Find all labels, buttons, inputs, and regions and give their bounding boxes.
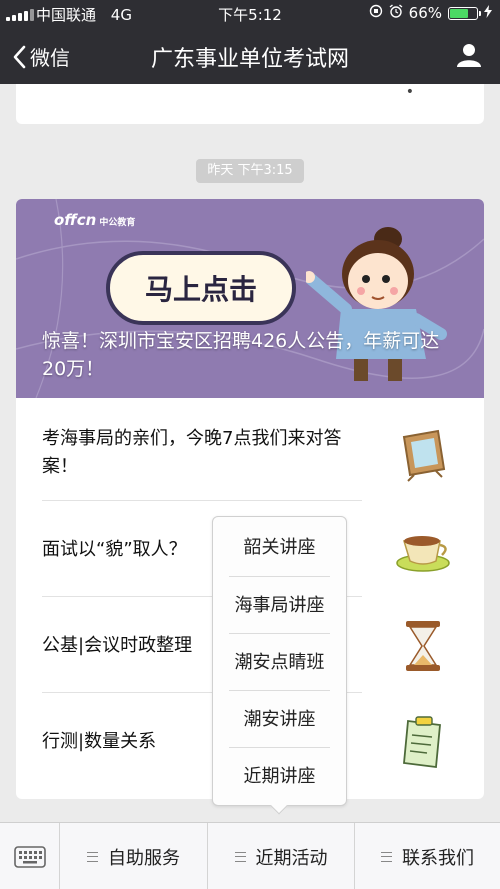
battery-percent: 66% <box>408 4 442 22</box>
previous-article-card[interactable]: • <box>16 84 484 124</box>
offcn-logo: offcn 中公教育 <box>54 211 135 229</box>
tab-label: 近期活动 <box>255 847 328 869</box>
rotation-lock-icon <box>369 4 383 22</box>
submenu-popup: 韶关讲座 海事局讲座 潮安点睛班 潮安讲座 近期讲座 <box>212 516 347 815</box>
user-icon <box>457 44 481 67</box>
menu-lines-icon <box>234 851 246 862</box>
bottom-menu-bar: 自助服务 近期活动 联系我们 <box>0 822 500 889</box>
cta-speech-bubble: 马上点击 <box>106 251 296 325</box>
message-timestamp: 昨天 下午3:15 <box>196 159 304 183</box>
ellipsis-glyph: • <box>405 84 414 100</box>
battery-icon <box>448 6 481 20</box>
page-title: 广东事业单位考试网 <box>150 47 349 72</box>
row-divider <box>42 500 362 501</box>
logo-subtext: 中公教育 <box>99 218 136 228</box>
alarm-icon <box>389 4 403 22</box>
menu-item-chaoan-class[interactable]: 潮安点睛班 <box>229 633 330 690</box>
cta-text: 马上点击 <box>144 273 257 306</box>
logo-text: offcn <box>54 211 97 229</box>
keyboard-toggle-button[interactable] <box>0 823 60 889</box>
banner-headline: 惊喜！深圳市宝安区招聘426人公告，年薪可达20万！ <box>42 330 440 380</box>
menu-item-chaoan-lecture[interactable]: 潮安讲座 <box>229 690 330 747</box>
article-list-item[interactable]: 考海事局的亲们，今晚7点我们来对答案！ <box>42 425 362 481</box>
tab-label: 联系我们 <box>402 847 474 869</box>
nav-bar: 微信 广东事业单位考试网 <box>0 28 500 84</box>
tab-self-service[interactable]: 自助服务 <box>60 823 207 889</box>
menu-item-shaoguan-lecture[interactable]: 韶关讲座 <box>229 519 330 576</box>
menu-lines-icon <box>381 851 392 862</box>
status-bar: 中国联通 4G 下午5:12 66% <box>0 0 500 28</box>
coffee-cup-icon <box>396 536 450 572</box>
hourglass-icon <box>406 621 440 671</box>
menu-item-recent-lectures[interactable]: 近期讲座 <box>229 747 330 804</box>
picture-frame-icon <box>402 429 446 482</box>
tab-recent-events[interactable]: 近期活动 <box>207 823 354 889</box>
profile-button[interactable] <box>456 42 482 72</box>
banner-article[interactable]: offcn 中公教育 马上点击 惊喜！深圳市宝安区招聘426人公告，年薪可达20万… <box>16 199 484 398</box>
menu-lines-icon <box>87 851 98 862</box>
clipboard-icon <box>403 716 441 769</box>
tab-label: 自助服务 <box>108 847 180 869</box>
menu-item-maritime-lecture[interactable]: 海事局讲座 <box>229 576 330 633</box>
tab-contact-us[interactable]: 联系我们 <box>354 823 500 889</box>
keyboard-icon <box>13 845 46 868</box>
charging-icon <box>484 4 492 22</box>
